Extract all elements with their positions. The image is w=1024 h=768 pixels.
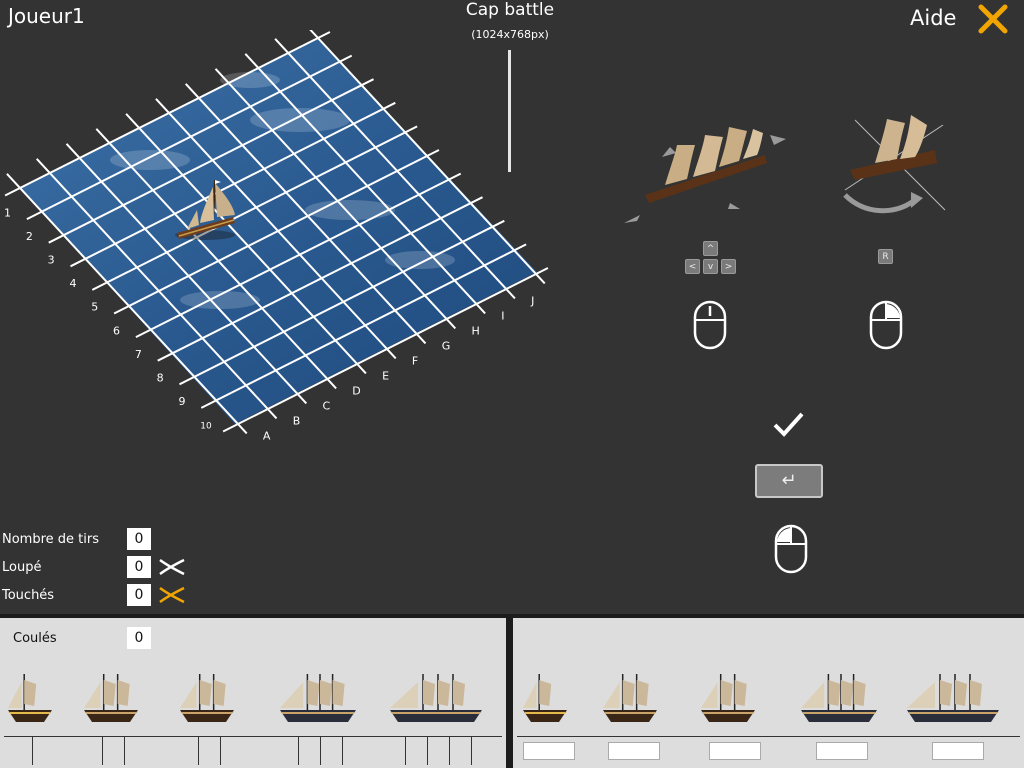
stats-panel: Nombre de tirs 0 Loupé 0 Touchés 0: [0, 528, 200, 612]
mouse-move-icon: [693, 300, 727, 350]
player-ship-preview[interactable]: [521, 670, 573, 734]
close-button[interactable]: [976, 2, 1010, 36]
row-label: 8: [157, 372, 164, 385]
ship-size-tick: [471, 737, 472, 765]
sunk-label: Coulés: [13, 631, 57, 646]
player-name: Joueur1: [8, 4, 85, 28]
column-label: A: [263, 429, 271, 440]
ship-name-field[interactable]: [608, 742, 660, 760]
row-label: 9: [178, 395, 185, 408]
mouse-left-click-icon: [774, 524, 808, 574]
ship-name-field[interactable]: [816, 742, 868, 760]
ship-icon: [850, 115, 937, 180]
checkmark-icon: [773, 412, 804, 437]
ship-name-field[interactable]: [523, 742, 575, 760]
column-label: D: [352, 384, 360, 397]
row-label: 10: [200, 422, 212, 432]
player-ship-preview[interactable]: [601, 670, 663, 734]
column-label: B: [293, 414, 301, 427]
sunk-value: 0: [127, 627, 151, 649]
player-ship-preview[interactable]: [699, 670, 761, 734]
enemy-ship: [278, 670, 362, 734]
ship-size-tick: [102, 737, 103, 765]
rotate-key: R: [878, 249, 893, 264]
column-label: J: [530, 294, 534, 307]
hits-label: Touchés: [2, 588, 55, 603]
ship-name-field[interactable]: [932, 742, 984, 760]
fleet-baseline: [517, 736, 1020, 737]
ship-size-tick: [298, 737, 299, 765]
row-label: 6: [113, 324, 120, 337]
row-label: 2: [26, 230, 33, 243]
enemy-fleet-panel: Coulés 0: [0, 618, 506, 768]
enemy-ship: [388, 670, 488, 734]
ship-size-tick: [198, 737, 199, 765]
player-ship-preview[interactable]: [799, 670, 883, 734]
hit-cross-icon: [159, 586, 185, 604]
column-label: G: [442, 339, 451, 352]
close-icon: [978, 4, 1008, 34]
arrow-right-key: >: [721, 259, 736, 274]
column-label: F: [412, 354, 418, 367]
game-board[interactable]: 1 2 3 4 5 6 7 8 9 10 A B C D E F G H I J: [0, 30, 560, 440]
ship-size-tick: [320, 737, 321, 765]
row-label: 5: [91, 301, 98, 314]
row-label: 1: [4, 206, 11, 219]
ship-size-tick: [32, 737, 33, 765]
enemy-ship: [6, 670, 58, 734]
miss-cross-icon: [159, 558, 185, 576]
help-label[interactable]: Aide: [910, 6, 956, 30]
ship-size-tick: [220, 737, 221, 765]
shots-label: Nombre de tirs: [2, 532, 99, 547]
ship-size-tick: [342, 737, 343, 765]
move-ship-illustration: [624, 127, 786, 223]
ship-name-field[interactable]: [709, 742, 761, 760]
mouse-right-click-icon: [869, 300, 903, 350]
game-title: Cap battle: [465, 0, 555, 20]
rotate-arrow-icon: [843, 192, 923, 214]
row-label: 3: [48, 254, 55, 267]
arrow-left-key: <: [685, 259, 700, 274]
column-label: C: [322, 399, 330, 412]
enemy-ship: [82, 670, 144, 734]
enter-key: ↵: [755, 464, 823, 498]
rotate-ship-illustration: [843, 115, 946, 214]
ship-fleet-icon: [645, 127, 767, 203]
enemy-ship: [178, 670, 240, 734]
ship-size-tick: [427, 737, 428, 765]
column-label: I: [501, 309, 504, 322]
missed-label: Loupé: [2, 560, 42, 575]
arrow-up-key: ^: [703, 241, 718, 256]
column-label: H: [471, 324, 479, 337]
ship-size-tick: [449, 737, 450, 765]
arrow-down-key: v: [703, 259, 718, 274]
ship-size-tick: [124, 737, 125, 765]
row-label: 4: [69, 277, 76, 290]
missed-value: 0: [127, 556, 151, 578]
player-ship-preview[interactable]: [905, 670, 1005, 734]
ship-size-tick: [405, 737, 406, 765]
hits-value: 0: [127, 584, 151, 606]
row-label: 7: [135, 348, 142, 361]
column-label: E: [382, 369, 389, 382]
shots-value: 0: [127, 528, 151, 550]
player-fleet-panel: [513, 618, 1024, 768]
